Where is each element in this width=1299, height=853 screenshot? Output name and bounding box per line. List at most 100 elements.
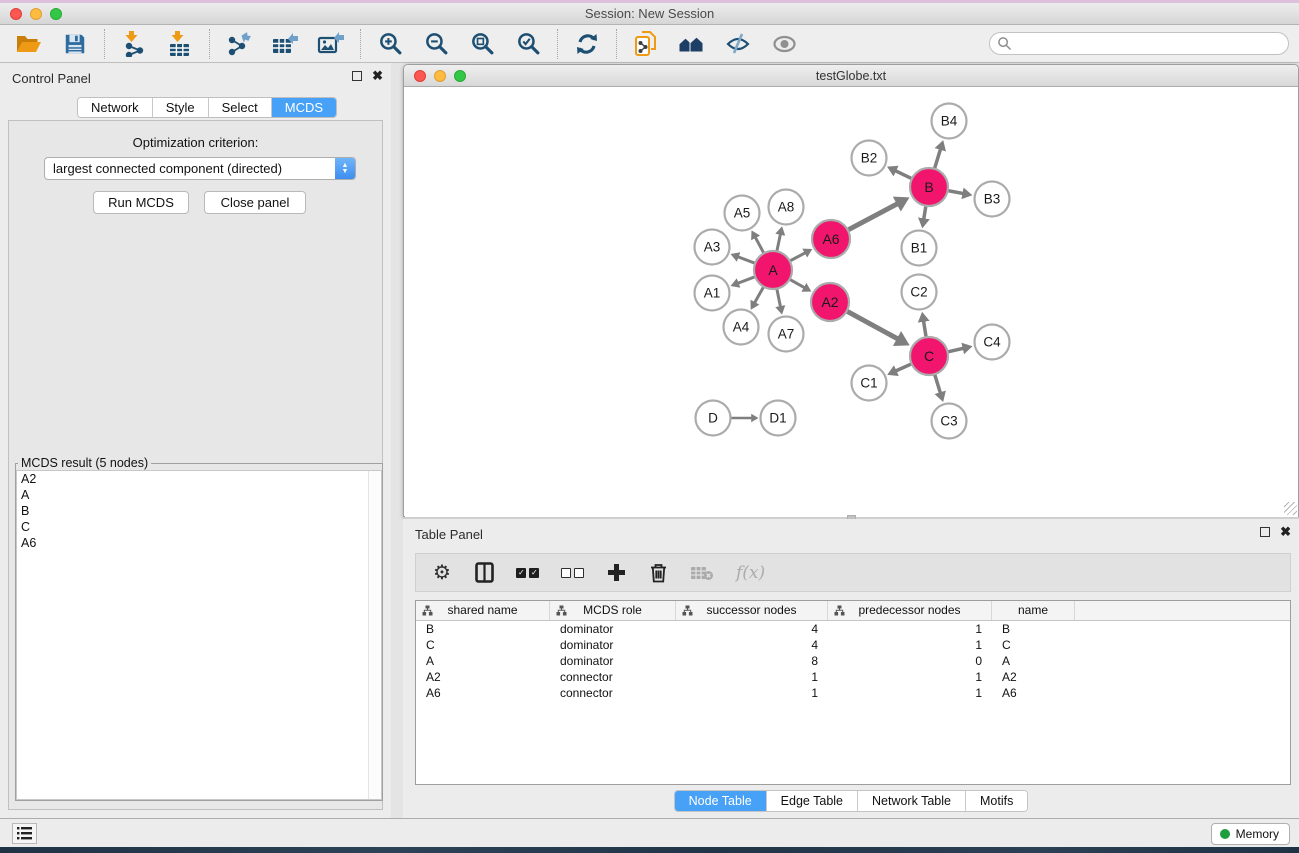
network-canvas[interactable]: AA1A2A3A4A5A6A7A8BB1B2B3B4CC1C2C3C4DD1 <box>405 88 1298 517</box>
graph-edge-A-A5[interactable] <box>755 237 764 254</box>
table-row[interactable]: Adominator80A <box>416 653 1290 669</box>
copy-style-button[interactable] <box>631 30 661 58</box>
delete-rows-button[interactable] <box>648 561 668 585</box>
table-row[interactable]: A6connector11A6 <box>416 685 1290 701</box>
graph-edge-A2-C[interactable] <box>847 311 900 340</box>
graph-edge-B-B4[interactable] <box>935 148 941 169</box>
export-network-button[interactable] <box>224 30 254 58</box>
mcds-list-scrollbar[interactable] <box>368 471 381 799</box>
graph-edge-A-A2[interactable] <box>790 279 806 288</box>
tab-network-table[interactable]: Network Table <box>858 791 966 811</box>
graph-edge-A6-B[interactable] <box>848 203 899 230</box>
close-panel-button[interactable]: Close panel <box>204 191 306 214</box>
zoom-window-button[interactable] <box>50 8 62 20</box>
minimize-window-button[interactable] <box>30 8 42 20</box>
tab-select[interactable]: Select <box>209 98 272 117</box>
zoom-out-button[interactable] <box>421 30 451 58</box>
column-header-shared-name[interactable]: shared name <box>416 601 550 620</box>
memory-button[interactable]: Memory <box>1211 823 1290 845</box>
zoom-selected-button[interactable] <box>513 30 543 58</box>
column-header-name[interactable]: name <box>992 601 1075 620</box>
zoom-in-button[interactable] <box>375 30 405 58</box>
mcds-result-item[interactable]: A6 <box>17 535 381 551</box>
table-row[interactable]: Bdominator41B <box>416 621 1290 637</box>
add-row-button[interactable] <box>606 561 626 585</box>
column-header-predecessor-nodes[interactable]: predecessor nodes <box>828 601 992 620</box>
mcds-result-item[interactable]: B <box>17 503 381 519</box>
save-session-button[interactable] <box>60 30 90 58</box>
close-panel-icon[interactable]: ✖ <box>372 71 383 81</box>
open-folder-icon <box>15 32 43 56</box>
table-row[interactable]: A2connector11A2 <box>416 669 1290 685</box>
tab-mcds[interactable]: MCDS <box>272 98 336 117</box>
close-table-panel-icon[interactable]: ✖ <box>1280 527 1291 537</box>
mcds-result-item[interactable]: C <box>17 519 381 535</box>
refresh-button[interactable] <box>572 30 602 58</box>
window-resize-grip[interactable] <box>1284 502 1297 515</box>
task-history-button[interactable] <box>12 823 37 844</box>
tab-network[interactable]: Network <box>78 98 153 117</box>
float-panel-icon[interactable] <box>352 71 362 81</box>
graph-node-label: D <box>708 411 718 426</box>
import-table-button[interactable] <box>165 30 195 58</box>
graph-edge-A-A1[interactable] <box>737 277 755 284</box>
zoom-fit-button[interactable] <box>467 30 497 58</box>
graph-edge-A-A8[interactable] <box>777 233 781 251</box>
graph-edge-C-C4[interactable] <box>948 348 965 352</box>
trash-icon <box>649 562 668 583</box>
column-header-successor-nodes[interactable]: successor nodes <box>676 601 828 620</box>
show-columns-button[interactable] <box>474 561 494 585</box>
network-graph: AA1A2A3A4A5A6A7A8BB1B2B3B4CC1C2C3C4DD1 <box>405 88 1298 517</box>
search-field[interactable] <box>989 32 1289 55</box>
refresh-icon <box>574 31 600 57</box>
graph-edge-A-A7[interactable] <box>777 289 781 308</box>
bird-eye-view-button[interactable] <box>769 30 799 58</box>
table-cell: A2 <box>416 669 550 685</box>
float-table-panel-icon[interactable] <box>1260 527 1270 537</box>
main-toolbar <box>0 25 1299 63</box>
unselect-all-button[interactable] <box>561 561 584 585</box>
optimization-criterion-dropdown[interactable]: largest connected component (directed) ▲… <box>44 157 356 180</box>
graph-edge-B-B2[interactable] <box>895 170 912 178</box>
export-image-button[interactable] <box>316 30 346 58</box>
zoom-network-window-button[interactable] <box>454 70 466 82</box>
graph-edge-C-C3[interactable] <box>935 374 941 394</box>
export-table-button[interactable] <box>270 30 300 58</box>
tab-node-table[interactable]: Node Table <box>675 791 767 811</box>
table-row[interactable]: Cdominator41C <box>416 637 1290 653</box>
close-window-button[interactable] <box>10 8 22 20</box>
function-builder-button[interactable]: f(x) <box>736 561 765 585</box>
graph-node-label: A5 <box>734 206 751 221</box>
column-header-MCDS-role[interactable]: MCDS role <box>550 601 676 620</box>
mcds-result-item[interactable]: A <box>17 487 381 503</box>
home-view-button[interactable] <box>677 30 707 58</box>
close-network-window-button[interactable] <box>414 70 426 82</box>
import-network-button[interactable] <box>119 30 149 58</box>
graph-edge-C-C2[interactable] <box>923 320 926 337</box>
graph-edge-A-A4[interactable] <box>754 287 764 304</box>
mcds-result-groupbox: MCDS result (5 nodes) A2ABCA6 <box>15 456 383 801</box>
minimize-network-window-button[interactable] <box>434 70 446 82</box>
plus-icon <box>607 563 626 582</box>
show-hide-details-button[interactable] <box>723 30 753 58</box>
graph-edge-B-B3[interactable] <box>948 191 965 194</box>
graph-node-label: D1 <box>769 411 786 426</box>
table-settings-button[interactable]: ⚙ <box>432 561 452 585</box>
run-mcds-button[interactable]: Run MCDS <box>93 191 189 214</box>
table-cell: connector <box>550 685 676 701</box>
search-input[interactable] <box>1012 33 1288 54</box>
graph-node-label: A6 <box>822 231 839 247</box>
tab-style[interactable]: Style <box>153 98 209 117</box>
table-cell: A2 <box>992 669 1075 685</box>
tab-motifs[interactable]: Motifs <box>966 791 1027 811</box>
select-all-button[interactable] <box>516 561 539 585</box>
tab-edge-table[interactable]: Edge Table <box>767 791 858 811</box>
open-session-button[interactable] <box>14 30 44 58</box>
graph-edge-B-B1[interactable] <box>924 206 926 220</box>
graph-node-label: A3 <box>704 240 721 255</box>
mcds-result-item[interactable]: A2 <box>17 471 381 487</box>
graph-edge-C-C1[interactable] <box>895 364 912 372</box>
graph-edge-A-A6[interactable] <box>790 252 806 261</box>
delete-table-button[interactable] <box>690 561 714 585</box>
graph-edge-A-A3[interactable] <box>737 257 755 264</box>
